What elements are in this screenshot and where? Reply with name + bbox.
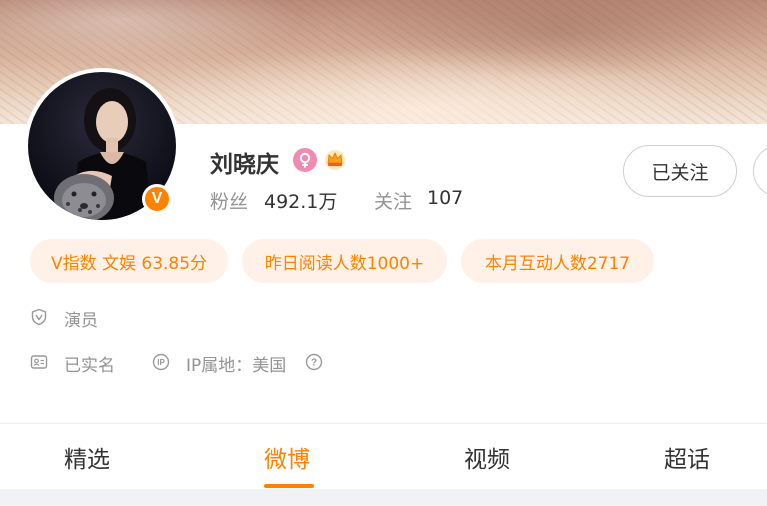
real-name-text: 已实名 <box>64 356 115 376</box>
ip-icon: IP <box>152 353 170 371</box>
tab-weibo[interactable]: 微博 <box>264 440 310 474</box>
followed-button[interactable]: 已关注 <box>623 145 737 197</box>
occupation-text: 演员 <box>64 311 98 331</box>
tab-super-topic[interactable]: 超话 <box>664 440 710 474</box>
svg-text:IP: IP <box>157 358 165 367</box>
verified-badge-icon: V <box>142 184 172 214</box>
fans-count[interactable]: 492.1万 <box>264 187 337 214</box>
tab-video[interactable]: 视频 <box>464 440 510 474</box>
profile-page: V 刘晓庆 粉丝 492.1万 关注 107 已关注 V指数 文娱 63.85分… <box>0 0 767 506</box>
ip-location-text: IP属地：美国 <box>186 356 287 376</box>
id-card-icon <box>30 353 48 371</box>
tab-featured[interactable]: 精选 <box>64 440 110 474</box>
crown-icon[interactable] <box>323 147 347 171</box>
interactions-tag[interactable]: 本月互动人数2717 <box>461 239 654 283</box>
female-icon <box>293 148 317 172</box>
tabs-divider <box>0 423 767 424</box>
active-tab-indicator <box>264 484 314 488</box>
v-index-tag[interactable]: V指数 文娱 63.85分 <box>30 239 228 283</box>
fans-label[interactable]: 粉丝 <box>210 187 248 214</box>
profile-name: 刘晓庆 <box>210 152 279 178</box>
following-label[interactable]: 关注 <box>374 187 412 214</box>
reads-tag[interactable]: 昨日阅读人数1000+ <box>242 239 447 283</box>
more-button[interactable] <box>753 145 767 197</box>
content-background <box>0 489 767 506</box>
svg-text:?: ? <box>311 358 317 369</box>
following-count[interactable]: 107 <box>427 187 463 209</box>
help-icon[interactable]: ? <box>305 353 323 371</box>
shield-v-icon <box>30 308 48 326</box>
